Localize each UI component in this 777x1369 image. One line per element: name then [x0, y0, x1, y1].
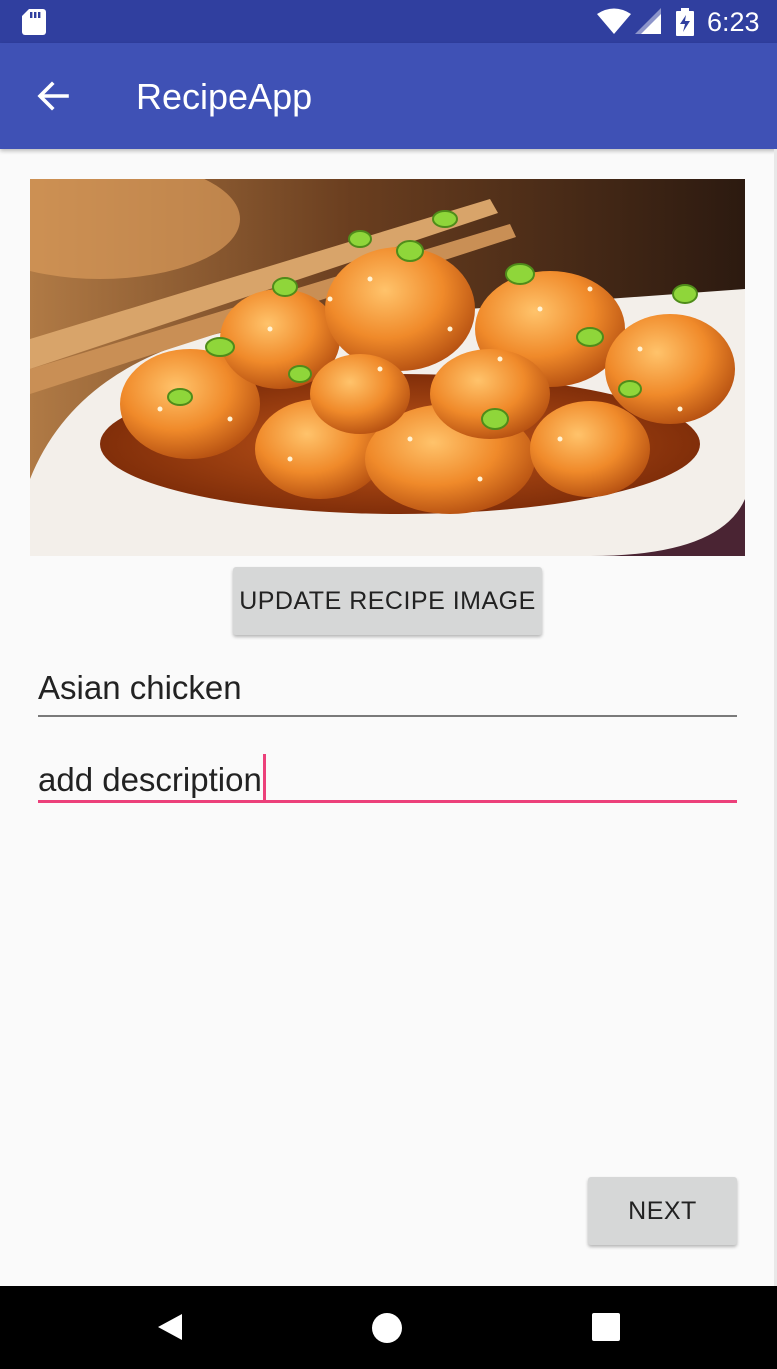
- recipe-name-input[interactable]: Asian chicken: [38, 668, 737, 717]
- navigation-bar: [0, 1286, 777, 1369]
- nav-back-icon[interactable]: [156, 1312, 184, 1342]
- nav-home-icon[interactable]: [371, 1312, 403, 1344]
- update-recipe-image-label: UPDATE RECIPE IMAGE: [239, 586, 536, 615]
- recipe-description-input[interactable]: add description: [38, 754, 737, 803]
- app-bar: RecipeApp: [0, 43, 777, 149]
- update-recipe-image-button[interactable]: UPDATE RECIPE IMAGE: [233, 567, 542, 635]
- battery-charging-icon: [676, 8, 694, 36]
- cellular-signal-icon: [635, 8, 661, 34]
- recipe-name-value: Asian chicken: [38, 669, 242, 706]
- recipe-photo-icon: [30, 179, 745, 556]
- next-button[interactable]: NEXT: [588, 1177, 737, 1245]
- recipe-description-value: add description: [38, 761, 262, 798]
- sd-card-icon: [22, 9, 46, 35]
- status-bar: 6:23: [0, 0, 777, 43]
- arrow-back-icon[interactable]: [36, 79, 70, 113]
- app-title: RecipeApp: [136, 76, 313, 117]
- next-label: NEXT: [628, 1196, 697, 1225]
- nav-recents-icon[interactable]: [591, 1312, 621, 1342]
- recipe-image: [30, 179, 745, 556]
- wifi-icon: [597, 8, 631, 34]
- text-cursor: [262, 754, 266, 800]
- status-time: 6:23: [707, 7, 760, 37]
